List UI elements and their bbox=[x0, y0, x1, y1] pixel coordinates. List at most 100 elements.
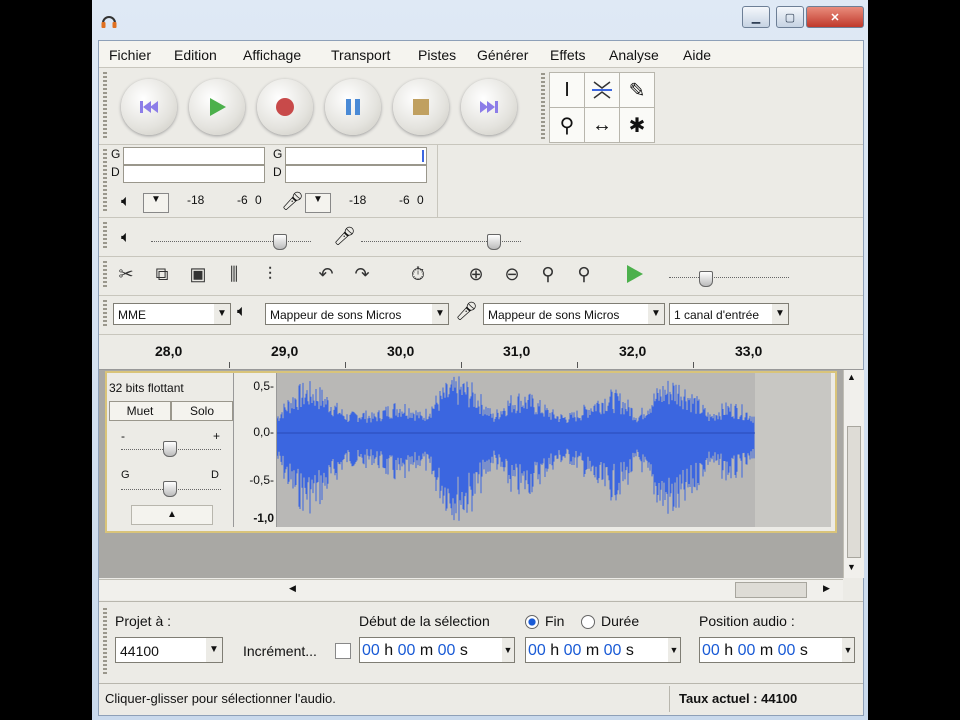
edit-grip[interactable] bbox=[103, 261, 107, 289]
minimize-button[interactable]: ▁ bbox=[742, 6, 770, 28]
channels-select[interactable]: 1 canal d'entrée ▼ bbox=[669, 303, 789, 325]
selection-end-time[interactable]: 00 h 00 m 00 s ▼ bbox=[525, 637, 681, 663]
silence-button[interactable]: ⫶ bbox=[255, 259, 285, 289]
rec-meter-left bbox=[285, 147, 427, 165]
project-rate-select[interactable]: 44100 ▼ bbox=[115, 637, 223, 663]
host-select[interactable]: MME ▼ bbox=[113, 303, 231, 325]
trim-button[interactable]: ⫼ bbox=[219, 259, 249, 289]
title-bar: ▁ ▢ ✕ bbox=[92, 0, 868, 40]
meter-grip[interactable] bbox=[103, 149, 107, 211]
selection-start-time[interactable]: 00 h 00 m 00 s ▼ bbox=[359, 637, 515, 663]
silence-icon: ⫶ bbox=[267, 263, 273, 284]
audio-track[interactable]: 32 bits flottant Muet Solo - + G D ▲ 0,5… bbox=[105, 371, 837, 533]
fit-selection-button[interactable]: ⚲ bbox=[533, 259, 563, 289]
zoom-tool[interactable]: ⚲ bbox=[549, 107, 585, 143]
undo-icon: ↶ bbox=[318, 263, 334, 284]
timeshift-tool[interactable]: ↔ bbox=[584, 107, 620, 143]
waveform-empty-region[interactable] bbox=[755, 373, 831, 527]
input-volume-thumb[interactable] bbox=[487, 234, 501, 250]
timeline-ruler[interactable]: 28,0 29,0 30,0 31,0 32,0 33,0 bbox=[99, 335, 863, 370]
play-at-speed-button[interactable] bbox=[619, 259, 649, 289]
collapse-track-button[interactable]: ▲ bbox=[131, 505, 213, 525]
snap-checkbox[interactable] bbox=[335, 643, 351, 659]
undo-button[interactable]: ↶ bbox=[311, 259, 341, 289]
skip-start-button[interactable] bbox=[121, 79, 177, 135]
vertical-scroll-thumb[interactable] bbox=[847, 426, 861, 558]
pause-icon bbox=[346, 99, 360, 115]
chevron-down-icon: ▼ bbox=[648, 304, 664, 324]
minutes-digits: 00 bbox=[737, 642, 756, 659]
recording-device-value: Mappeur de sons Micros bbox=[488, 308, 620, 322]
fit-project-button[interactable]: ⚲ bbox=[569, 259, 599, 289]
selection-start-label: Début de la sélection bbox=[359, 613, 490, 629]
scroll-down-icon: ▼ bbox=[847, 562, 856, 572]
menu-fichier[interactable]: Fichier bbox=[109, 47, 151, 63]
output-volume-slider[interactable] bbox=[151, 241, 311, 242]
recording-device-select[interactable]: Mappeur de sons Micros ▼ bbox=[483, 303, 665, 325]
skip-end-button[interactable] bbox=[461, 79, 517, 135]
play-meter-menu[interactable]: ▼ bbox=[143, 193, 169, 213]
solo-button[interactable]: Solo bbox=[171, 401, 233, 421]
device-grip[interactable] bbox=[103, 300, 107, 328]
envelope-tool[interactable] bbox=[584, 72, 620, 108]
zoom-in-button[interactable]: ⊕ bbox=[461, 259, 491, 289]
menu-bar: Fichier Edition Affichage Transport Pist… bbox=[99, 41, 863, 68]
vertical-scrollbar[interactable]: ▲ ▼ bbox=[843, 370, 864, 578]
menu-aide[interactable]: Aide bbox=[683, 47, 711, 63]
audio-position-time[interactable]: 00 h 00 m 00 s ▼ bbox=[699, 637, 855, 663]
menu-generer[interactable]: Générer bbox=[477, 47, 528, 63]
tools-grip[interactable] bbox=[541, 73, 545, 139]
pause-button[interactable] bbox=[325, 79, 381, 135]
rec-meter-right bbox=[285, 165, 427, 183]
mixer-grip[interactable] bbox=[103, 222, 107, 250]
snap-label: Incrément... bbox=[243, 643, 317, 659]
end-radio[interactable] bbox=[525, 615, 539, 629]
close-button[interactable]: ✕ bbox=[806, 6, 864, 28]
chevron-down-icon: ▼ bbox=[668, 638, 680, 662]
selection-tool[interactable]: I bbox=[549, 72, 585, 108]
stop-button[interactable] bbox=[393, 79, 449, 135]
multi-tool[interactable]: ✱ bbox=[619, 107, 655, 143]
toolbar-grip[interactable] bbox=[103, 72, 107, 138]
pan-thumb[interactable] bbox=[163, 481, 177, 497]
maximize-button[interactable]: ▢ bbox=[776, 6, 804, 28]
menu-effets[interactable]: Effets bbox=[550, 47, 586, 63]
play-speed-thumb[interactable] bbox=[699, 271, 713, 287]
zoom-out-button[interactable]: ⊖ bbox=[497, 259, 527, 289]
project-rate-value: 44100 bbox=[120, 643, 159, 659]
rec-meter-menu[interactable]: ▼ bbox=[305, 193, 331, 213]
copy-button[interactable]: ⧉ bbox=[147, 259, 177, 289]
cut-button[interactable]: ✂ bbox=[111, 259, 141, 289]
horizontal-scroll-thumb[interactable] bbox=[735, 582, 807, 598]
mute-button[interactable]: Muet bbox=[109, 401, 171, 421]
menu-affichage[interactable]: Affichage bbox=[243, 47, 301, 63]
play-scale-18: -18 bbox=[187, 193, 205, 207]
play-at-speed-icon bbox=[627, 265, 643, 283]
ruler-tick-label: 28,0 bbox=[155, 343, 183, 359]
waveform[interactable] bbox=[276, 373, 755, 527]
menu-pistes[interactable]: Pistes bbox=[418, 47, 456, 63]
minutes-digits: 00 bbox=[563, 642, 582, 659]
play-speed-slider[interactable] bbox=[669, 277, 789, 278]
menu-analyse[interactable]: Analyse bbox=[609, 47, 659, 63]
track-format: 32 bits flottant bbox=[109, 381, 184, 395]
redo-button[interactable]: ↷ bbox=[347, 259, 377, 289]
horizontal-scrollbar[interactable]: ◀ ▶ bbox=[99, 579, 843, 600]
hours-digits: 00 bbox=[702, 642, 720, 659]
draw-tool[interactable]: ✎ bbox=[619, 72, 655, 108]
playback-device-select[interactable]: Mappeur de sons Micros ▼ bbox=[265, 303, 449, 325]
output-volume-thumb[interactable] bbox=[273, 234, 287, 250]
record-button[interactable] bbox=[257, 79, 313, 135]
menu-transport[interactable]: Transport bbox=[331, 47, 390, 63]
gain-thumb[interactable] bbox=[163, 441, 177, 457]
sync-lock-button[interactable]: ⏱ bbox=[403, 259, 433, 289]
selection-grip[interactable] bbox=[103, 608, 107, 674]
play-button[interactable] bbox=[189, 79, 245, 135]
menu-edition[interactable]: Edition bbox=[174, 47, 217, 63]
length-radio[interactable] bbox=[581, 615, 595, 629]
status-bar: Cliquer-glisser pour sélectionner l'audi… bbox=[99, 683, 863, 714]
channels-value: 1 canal d'entrée bbox=[674, 308, 760, 322]
seconds-digits: 00 bbox=[777, 642, 796, 659]
paste-button[interactable]: ▣ bbox=[183, 259, 213, 289]
redo-icon: ↷ bbox=[354, 263, 370, 284]
